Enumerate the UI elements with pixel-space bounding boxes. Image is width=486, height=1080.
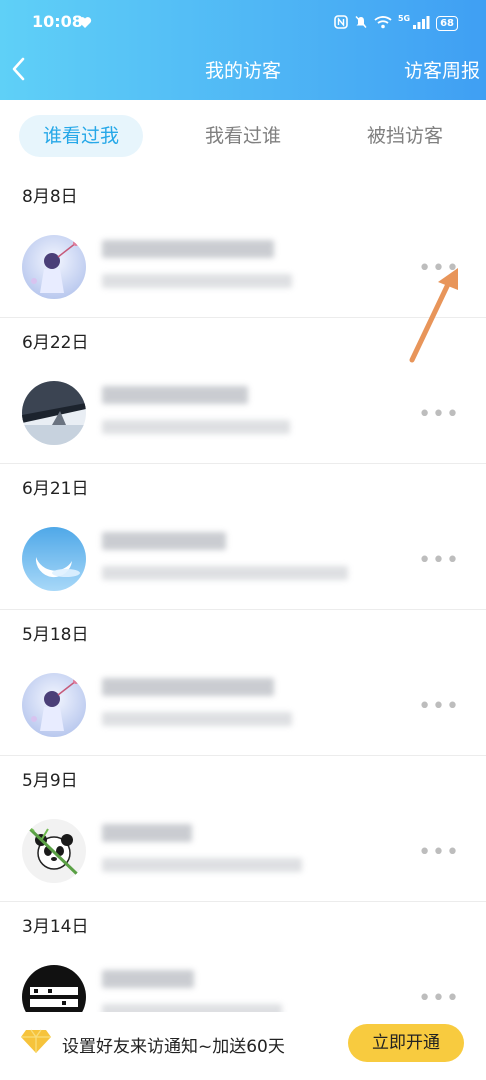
promo-text: 设置好友来访通知~加送60天 [62, 1037, 285, 1057]
visitor-row[interactable]: ••• [0, 802, 486, 902]
status-bar: 10:08 5G 68 [0, 0, 486, 44]
visitor-section: 6月21日 ••• [0, 464, 486, 610]
blurred-info [102, 566, 348, 580]
visit-date: 3月14日 [22, 917, 89, 937]
blurred-name [102, 970, 194, 988]
visitor-weekly-report-link[interactable]: 访客周报 [404, 56, 480, 83]
visit-date: 6月22日 [22, 333, 89, 353]
annotation-arrow-icon [400, 266, 470, 370]
visit-date: 8月8日 [22, 187, 78, 207]
signal-icon [412, 14, 430, 33]
nfc-icon [334, 14, 348, 33]
blurred-name [102, 678, 274, 696]
avatar [22, 235, 86, 299]
visitor-row[interactable]: ••• [0, 364, 486, 464]
blurred-name [102, 824, 192, 842]
blurred-name [102, 532, 226, 550]
diamond-icon [20, 1028, 52, 1058]
promo-bar: 设置好友来访通知~加送60天 立即开通 [0, 1012, 486, 1080]
heart-icon [78, 14, 92, 33]
header: 10:08 5G 68 我的访客 访客周报 [0, 0, 486, 100]
nav-bar: 我的访客 访客周报 [0, 44, 486, 94]
blurred-info [102, 858, 302, 872]
visitor-section: 5月18日 ••• [0, 610, 486, 756]
more-button[interactable]: ••• [418, 402, 460, 427]
blurred-name [102, 386, 248, 404]
mute-icon [354, 14, 368, 33]
visit-date: 5月18日 [22, 625, 89, 645]
status-icons: 5G 68 [334, 14, 458, 33]
blurred-info [102, 712, 292, 726]
status-time: 10:08 [32, 12, 83, 31]
blurred-name [102, 240, 274, 258]
wifi-icon [374, 14, 392, 33]
more-button[interactable]: ••• [418, 840, 460, 865]
blurred-info [102, 274, 292, 288]
avatar [22, 381, 86, 445]
visit-date: 6月21日 [22, 479, 89, 499]
more-button[interactable]: ••• [418, 548, 460, 573]
visit-date: 5月9日 [22, 771, 78, 791]
visitor-tabs: 谁看过我 我看过谁 被挡访客 [0, 100, 486, 172]
avatar [22, 527, 86, 591]
network-type: 5G [397, 14, 411, 23]
visitor-row[interactable]: ••• [0, 656, 486, 756]
more-button[interactable]: ••• [418, 694, 460, 719]
blurred-info [102, 420, 290, 434]
avatar [22, 673, 86, 737]
tab-blocked-visitors[interactable]: 被挡访客 [344, 115, 466, 157]
battery-icon: 68 [436, 16, 458, 31]
visitor-section: 5月9日 ••• [0, 756, 486, 902]
visitor-row[interactable]: ••• [0, 510, 486, 610]
activate-now-button[interactable]: 立即开通 [348, 1024, 464, 1062]
tab-who-viewed-me[interactable]: 谁看过我 [19, 115, 143, 157]
avatar [22, 819, 86, 883]
tab-who-i-viewed[interactable]: 我看过谁 [182, 115, 304, 157]
more-button[interactable]: ••• [418, 986, 460, 1011]
